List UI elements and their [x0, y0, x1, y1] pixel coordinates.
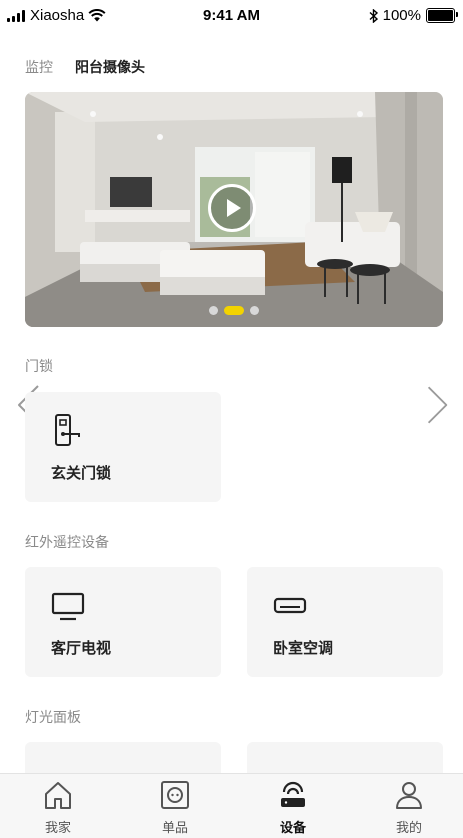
- section-title-ir-remote: 红外遥控设备: [25, 535, 109, 551]
- device-name: 卧室空调: [273, 639, 334, 657]
- play-icon: [227, 199, 241, 217]
- chevron-right-icon[interactable]: [423, 383, 451, 427]
- device-name: 客厅电视: [51, 639, 112, 657]
- section-title-light-panel: 灯光面板: [25, 710, 81, 726]
- device-card-air-conditioner[interactable]: 卧室空调: [247, 567, 443, 677]
- section-title-door-lock: 门锁: [25, 359, 53, 375]
- carousel-dot-active[interactable]: [224, 306, 244, 315]
- air-conditioner-icon: [273, 597, 307, 614]
- tab-devices[interactable]: 设备: [248, 774, 338, 838]
- tab-profile[interactable]: 我的: [364, 774, 454, 838]
- door-lock-icon: [55, 414, 80, 446]
- device-card-tv[interactable]: 客厅电视: [25, 567, 221, 677]
- bluetooth-icon: [369, 8, 378, 23]
- tab-home[interactable]: 我家: [13, 774, 103, 838]
- monitor-label: 监控: [25, 60, 53, 76]
- tab-products[interactable]: 单品: [130, 774, 220, 838]
- camera-preview[interactable]: [25, 92, 443, 327]
- tab-bar: 我家 单品 设备 我的: [0, 773, 463, 838]
- tv-icon: [51, 592, 85, 621]
- status-bar: Xiaosha 9:41 AM 100%: [0, 0, 463, 34]
- tab-label: 设备: [279, 821, 306, 836]
- play-button[interactable]: [208, 184, 256, 232]
- router-icon: [281, 781, 305, 807]
- tab-label: 我家: [44, 821, 71, 836]
- status-right: 100%: [369, 7, 458, 24]
- device-screen: Xiaosha 9:41 AM 100% 监控 阳台摄像头 门锁 玄关门锁 红外…: [0, 0, 463, 838]
- tab-label: 单品: [161, 821, 188, 836]
- camera-name[interactable]: 阳台摄像头: [75, 57, 145, 77]
- battery-percent: 100%: [382, 7, 421, 24]
- carousel-dots: [25, 306, 443, 315]
- carousel-dot[interactable]: [250, 306, 259, 315]
- tab-label: 我的: [395, 821, 422, 836]
- device-name: 玄关门锁: [51, 464, 112, 482]
- home-icon: [45, 782, 71, 809]
- monitor-header: 监控 阳台摄像头: [25, 57, 145, 77]
- socket-icon: [161, 781, 189, 809]
- battery-icon: [426, 8, 458, 23]
- user-icon: [396, 782, 422, 809]
- device-card-door-lock[interactable]: 玄关门锁: [25, 392, 221, 502]
- carousel-dot[interactable]: [209, 306, 218, 315]
